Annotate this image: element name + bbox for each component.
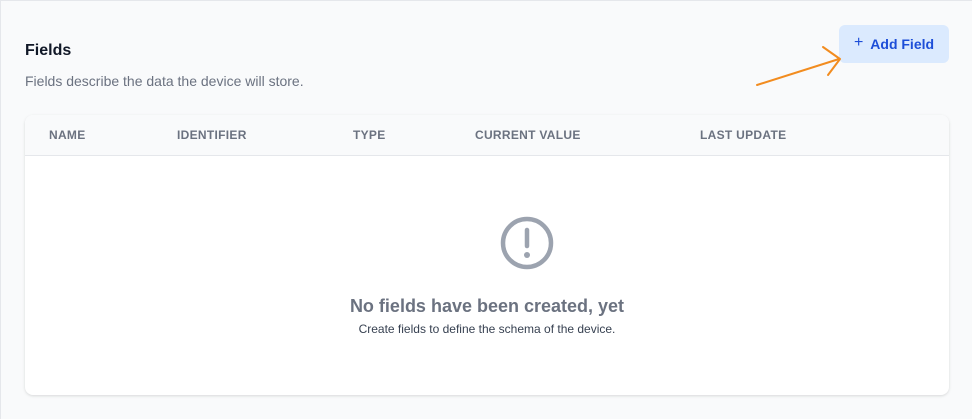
column-header-current-value: CURRENT VALUE: [475, 128, 581, 142]
column-header-type: TYPE: [353, 128, 386, 142]
empty-state-description: Create fields to define the schema of th…: [358, 322, 616, 336]
column-header-identifier: IDENTIFIER: [177, 128, 247, 142]
arrow-icon: [756, 46, 841, 86]
section-description: Fields describe the data the device will…: [25, 73, 304, 89]
table-header: NAME IDENTIFIER TYPE CURRENT VALUE LAST …: [25, 115, 949, 156]
column-header-name: NAME: [49, 128, 86, 142]
fields-panel: Fields Fields describe the data the devi…: [0, 0, 972, 419]
column-header-last-update: LAST UPDATE: [700, 128, 787, 142]
fields-table: NAME IDENTIFIER TYPE CURRENT VALUE LAST …: [25, 115, 949, 395]
add-field-label: Add Field: [870, 36, 935, 52]
empty-state-title: No fields have been created, yet: [349, 296, 625, 316]
add-field-button[interactable]: + Add Field: [839, 25, 949, 63]
plus-icon: +: [853, 34, 864, 51]
section-title: Fields: [25, 42, 72, 59]
exclamation-circle-icon: [500, 216, 554, 270]
